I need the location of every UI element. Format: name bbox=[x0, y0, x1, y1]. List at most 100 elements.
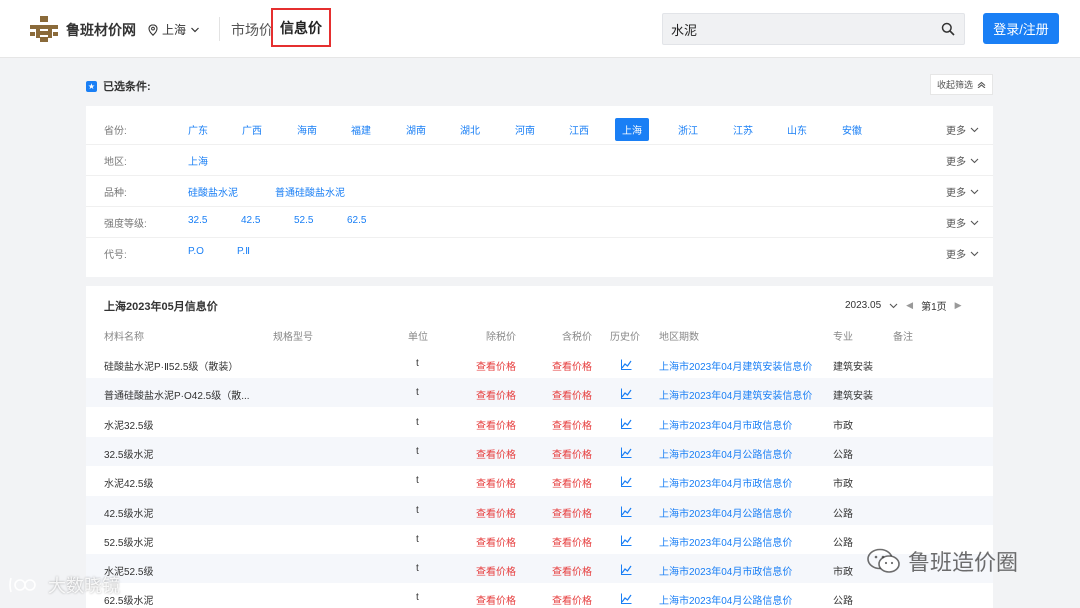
cell-unit: t bbox=[416, 445, 419, 457]
cell-period-link[interactable]: 上海市2023年04月公路信息价 bbox=[659, 505, 792, 520]
column-header: 含税价 bbox=[562, 332, 592, 343]
table-row: 水泥52.5级 t 查看价格 查看价格 上海市2023年04月市政信息价 市政 bbox=[86, 554, 993, 584]
chevron-down-icon[interactable] bbox=[889, 303, 898, 309]
more-button[interactable]: 更多 bbox=[946, 215, 979, 230]
view-ex-tax-price-link[interactable]: 查看价格 bbox=[476, 505, 516, 520]
chevron-down-icon bbox=[970, 189, 979, 194]
history-chart-icon[interactable] bbox=[621, 388, 632, 400]
location-selector[interactable]: 上海 bbox=[148, 21, 200, 38]
filter-option[interactable]: 广东 bbox=[188, 122, 208, 137]
watermark-right: 鲁班造价圈 bbox=[866, 545, 1018, 577]
column-header: 地区期数 bbox=[659, 332, 699, 343]
table-row: 水泥42.5级 t 查看价格 查看价格 上海市2023年04月市政信息价 市政 bbox=[86, 466, 993, 495]
filter-option[interactable]: 上海 bbox=[188, 153, 208, 168]
cell-period-link[interactable]: 上海市2023年04月公路信息价 bbox=[659, 534, 792, 549]
filter-option[interactable]: 42.5 bbox=[241, 215, 260, 226]
more-button[interactable]: 更多 bbox=[946, 246, 979, 261]
table-row: 52.5级水泥 t 查看价格 查看价格 上海市2023年04月公路信息价 公路 bbox=[86, 525, 993, 554]
prev-page-icon[interactable]: ◀ bbox=[906, 300, 913, 311]
chevron-down-icon bbox=[191, 27, 199, 32]
filter-option[interactable]: 52.5 bbox=[294, 215, 313, 226]
cell-period-link[interactable]: 上海市2023年04月建筑安装信息价 bbox=[659, 387, 812, 402]
top-header: 鲁班材价网 上海 市场价 信息价 登录/注册 bbox=[0, 0, 1080, 58]
nav-market-price[interactable]: 市场价 bbox=[231, 20, 273, 40]
history-chart-icon[interactable] bbox=[621, 418, 632, 429]
cell-unit: t bbox=[416, 563, 419, 575]
view-ex-tax-price-link[interactable]: 查看价格 bbox=[476, 475, 516, 490]
cell-material-name: 水泥32.5级 bbox=[104, 420, 154, 432]
filter-option[interactable]: 安徽 bbox=[842, 122, 862, 137]
view-in-tax-price-link[interactable]: 查看价格 bbox=[552, 534, 592, 549]
view-in-tax-price-link[interactable]: 查看价格 bbox=[552, 446, 592, 461]
filter-option[interactable]: P.O bbox=[188, 246, 204, 257]
view-ex-tax-price-link[interactable]: 查看价格 bbox=[476, 358, 516, 373]
filter-option[interactable]: 浙江 bbox=[678, 122, 698, 137]
view-in-tax-price-link[interactable]: 查看价格 bbox=[552, 563, 592, 578]
filter-option[interactable]: 山东 bbox=[787, 122, 807, 137]
cell-period-link[interactable]: 上海市2023年04月市政信息价 bbox=[659, 417, 792, 432]
more-button[interactable]: 更多 bbox=[946, 153, 979, 168]
cell-material-name: 硅酸盐水泥P·Ⅱ52.5级（散装） bbox=[104, 362, 239, 373]
column-header: 规格型号 bbox=[273, 332, 313, 343]
view-ex-tax-price-link[interactable]: 查看价格 bbox=[476, 446, 516, 461]
search-box bbox=[662, 13, 965, 45]
cell-period-link[interactable]: 上海市2023年04月市政信息价 bbox=[659, 475, 792, 490]
brand-logo-icon[interactable] bbox=[30, 16, 58, 42]
view-ex-tax-price-link[interactable]: 查看价格 bbox=[476, 417, 516, 432]
history-chart-icon[interactable] bbox=[621, 447, 632, 458]
filter-option[interactable]: 硅酸盐水泥 bbox=[188, 184, 238, 199]
view-in-tax-price-link[interactable]: 查看价格 bbox=[552, 592, 592, 607]
filter-option[interactable]: 江西 bbox=[569, 122, 589, 137]
collapse-filter-button[interactable]: 收起筛选 bbox=[930, 74, 993, 95]
view-ex-tax-price-link[interactable]: 查看价格 bbox=[476, 387, 516, 402]
cell-major: 公路 bbox=[833, 537, 853, 549]
column-header: 专业 bbox=[833, 332, 853, 343]
cell-material-name: 52.5级水泥 bbox=[104, 537, 154, 549]
filter-option[interactable]: 32.5 bbox=[188, 215, 207, 226]
filter-option[interactable]: 广西 bbox=[242, 122, 262, 137]
cell-period-link[interactable]: 上海市2023年04月建筑安装信息价 bbox=[659, 358, 812, 373]
nav-info-price[interactable]: 信息价 bbox=[271, 8, 331, 47]
history-chart-icon[interactable] bbox=[621, 476, 632, 488]
filter-option[interactable]: 海南 bbox=[297, 122, 317, 137]
filter-option[interactable]: 福建 bbox=[351, 122, 371, 137]
period-select[interactable]: 2023.05 bbox=[845, 300, 881, 311]
next-page-icon[interactable]: ▶ bbox=[955, 300, 962, 311]
filter-option[interactable]: 湖北 bbox=[460, 122, 480, 137]
filter-option[interactable]: 江苏 bbox=[733, 122, 753, 137]
filter-option[interactable]: 62.5 bbox=[347, 215, 366, 226]
more-button[interactable]: 更多 bbox=[946, 184, 979, 199]
view-in-tax-price-link[interactable]: 查看价格 bbox=[552, 475, 592, 490]
view-in-tax-price-link[interactable]: 查看价格 bbox=[552, 358, 592, 373]
filter-option[interactable]: P.Ⅱ bbox=[237, 246, 250, 257]
history-chart-icon[interactable] bbox=[621, 593, 632, 605]
history-chart-icon[interactable] bbox=[621, 506, 632, 517]
cell-unit: t bbox=[416, 475, 419, 487]
history-chart-icon[interactable] bbox=[621, 564, 632, 576]
filter-option[interactable]: 湖南 bbox=[406, 122, 426, 137]
search-icon[interactable] bbox=[941, 22, 955, 36]
view-in-tax-price-link[interactable]: 查看价格 bbox=[552, 505, 592, 520]
view-ex-tax-price-link[interactable]: 查看价格 bbox=[476, 592, 516, 607]
view-in-tax-price-link[interactable]: 查看价格 bbox=[552, 417, 592, 432]
brand-name[interactable]: 鲁班材价网 bbox=[66, 20, 136, 40]
search-input[interactable] bbox=[671, 14, 931, 44]
more-button[interactable]: 更多 bbox=[946, 122, 979, 137]
history-chart-icon[interactable] bbox=[621, 535, 632, 546]
cell-period-link[interactable]: 上海市2023年04月市政信息价 bbox=[659, 563, 792, 578]
cell-period-link[interactable]: 上海市2023年04月公路信息价 bbox=[659, 592, 792, 607]
filter-option[interactable]: 普通硅酸盐水泥 bbox=[275, 184, 345, 199]
view-ex-tax-price-link[interactable]: 查看价格 bbox=[476, 534, 516, 549]
login-register-button[interactable]: 登录/注册 bbox=[983, 13, 1059, 44]
filter-option-active[interactable]: 上海 bbox=[615, 118, 649, 141]
view-in-tax-price-link[interactable]: 查看价格 bbox=[552, 387, 592, 402]
more-label: 更多 bbox=[946, 219, 966, 230]
history-chart-icon[interactable] bbox=[621, 359, 632, 370]
table-row: 42.5级水泥 t 查看价格 查看价格 上海市2023年04月公路信息价 公路 bbox=[86, 495, 993, 525]
cell-major: 公路 bbox=[833, 508, 853, 520]
filter-option[interactable]: 河南 bbox=[515, 122, 535, 137]
table-row: 水泥32.5级 t 查看价格 查看价格 上海市2023年04月市政信息价 市政 bbox=[86, 408, 993, 437]
cell-period-link[interactable]: 上海市2023年04月公路信息价 bbox=[659, 446, 792, 461]
location-pin-icon bbox=[148, 23, 158, 36]
view-ex-tax-price-link[interactable]: 查看价格 bbox=[476, 563, 516, 578]
